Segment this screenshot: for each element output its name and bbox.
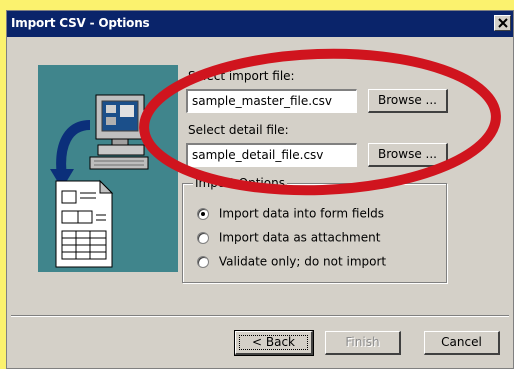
import-options-group: Import Options Import data into form fie… — [182, 176, 447, 283]
focus-rect — [239, 335, 308, 350]
detail-file-input[interactable]: sample_detail_file.csv — [186, 143, 357, 167]
detail-file-label: Select detail file: — [188, 123, 289, 137]
radio-button[interactable] — [197, 231, 209, 244]
import-file-input[interactable]: sample_master_file.csv — [186, 89, 357, 113]
radio-import-attachment[interactable]: Import data as attachment — [197, 230, 380, 248]
wizard-illustration — [38, 65, 178, 272]
finish-button[interactable]: Finish — [325, 331, 401, 355]
title-bar[interactable]: Import CSV - Options — [7, 11, 513, 37]
browse-import-button[interactable]: Browse ... — [368, 89, 448, 113]
computer-icon — [89, 94, 149, 170]
import-file-label: Select import file: — [188, 69, 295, 83]
radio-label: Validate only; do not import — [218, 254, 387, 269]
back-button[interactable]: < Back — [234, 330, 314, 356]
close-icon — [498, 18, 508, 28]
radio-label: Import data as attachment — [218, 230, 381, 245]
radio-label: Import data into form fields — [218, 206, 385, 221]
import-options-legend: Import Options — [193, 176, 287, 190]
cancel-button[interactable]: Cancel — [424, 331, 500, 355]
radio-import-form-fields[interactable]: Import data into form fields — [197, 206, 384, 224]
footer-separator — [11, 315, 509, 317]
radio-button-checked[interactable] — [197, 207, 209, 220]
arrow-icon — [50, 120, 91, 189]
radio-validate-only[interactable]: Validate only; do not import — [197, 254, 386, 272]
document-icon — [55, 179, 114, 268]
close-button[interactable] — [494, 15, 511, 31]
window-title: Import CSV - Options — [11, 16, 150, 30]
import-csv-dialog: Import CSV - Options Select import file:… — [6, 10, 514, 369]
browse-detail-button[interactable]: Browse ... — [368, 143, 448, 167]
radio-button[interactable] — [197, 255, 209, 268]
